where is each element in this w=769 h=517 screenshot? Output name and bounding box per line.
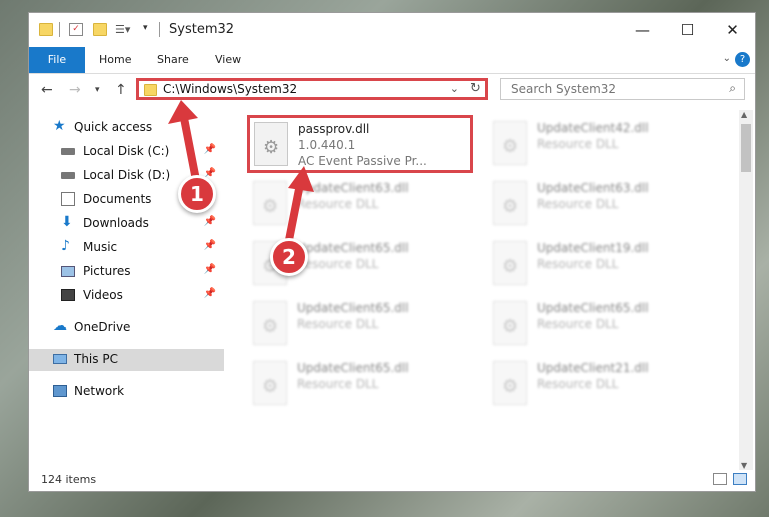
arrow-1 [168,100,200,184]
callout-badge-2: 2 [270,238,308,276]
arrow-2 [285,166,314,244]
callout-badge-1: 1 [178,175,216,213]
annotation-arrows [168,100,314,244]
